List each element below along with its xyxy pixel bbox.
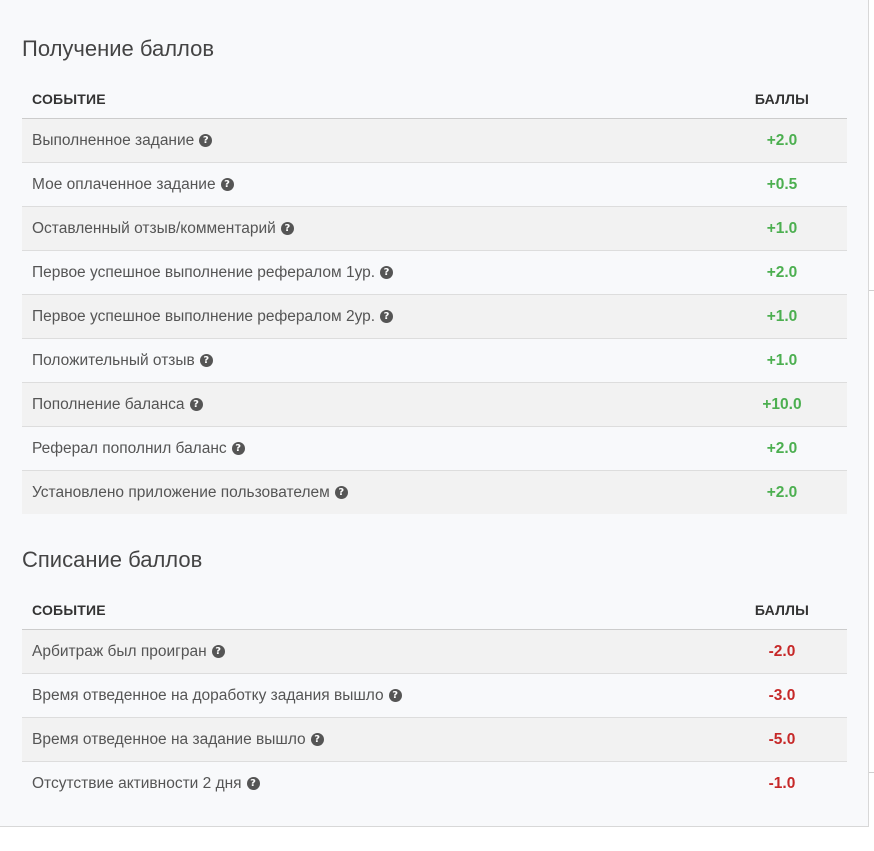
points-column-header: БАЛЛЫ xyxy=(754,602,810,618)
question-circle-icon[interactable]: ? xyxy=(380,310,394,323)
event-cell: Оставленный отзыв/комментарий? xyxy=(22,220,717,238)
event-label: Установлено приложение пользователем xyxy=(32,483,330,501)
question-circle-icon[interactable]: ? xyxy=(189,398,203,411)
table-row: Отсутствие активности 2 дня? -1.0 xyxy=(22,762,847,805)
event-cell: Арбитраж был проигран? xyxy=(22,643,717,661)
question-circle-icon[interactable]: ? xyxy=(334,486,348,499)
table-row: Оставленный отзыв/комментарий? +1.0 xyxy=(22,207,847,251)
event-cell: Пополнение баланса? xyxy=(22,396,717,414)
event-label: Пополнение баланса xyxy=(32,395,185,413)
question-circle-icon[interactable]: ? xyxy=(231,442,245,455)
earn-section-title: Получение баллов xyxy=(22,36,215,61)
event-label: Мое оплаченное задание xyxy=(32,175,216,193)
points-rules-panel: Получение баллов СОБЫТИЕ БАЛЛЫ Выполненн… xyxy=(0,0,869,827)
points-value: +1.0 xyxy=(766,307,798,325)
table-row: Мое оплаченное задание? +0.5 xyxy=(22,163,847,207)
spend-section-title: Списание баллов xyxy=(22,547,203,572)
table-row: Установлено приложение пользователем? +2.… xyxy=(22,471,847,514)
event-label: Первое успешное выполнение рефералом 2ур… xyxy=(32,307,376,325)
earn-table-header: СОБЫТИЕ БАЛЛЫ xyxy=(22,80,847,119)
question-circle-icon[interactable]: ? xyxy=(310,733,324,746)
points-value: +10.0 xyxy=(762,395,802,413)
edge-divider xyxy=(869,290,874,291)
points-column-header: БАЛЛЫ xyxy=(754,91,810,107)
table-row: Время отведенное на доработку задания вы… xyxy=(22,674,847,718)
event-label: Время отведенное на доработку задания вы… xyxy=(32,686,384,704)
event-label: Выполненное задание xyxy=(32,131,195,149)
event-label: Оставленный отзыв/комментарий xyxy=(32,219,276,237)
question-circle-icon[interactable]: ? xyxy=(199,354,213,367)
question-circle-icon[interactable]: ? xyxy=(220,178,234,191)
event-label: Первое успешное выполнение рефералом 1ур… xyxy=(32,263,376,281)
table-row: Реферал пополнил баланс? +2.0 xyxy=(22,427,847,471)
spend-points-table: СОБЫТИЕ БАЛЛЫ Арбитраж был проигран? -2.0… xyxy=(22,591,847,805)
question-circle-icon[interactable]: ? xyxy=(280,222,294,235)
earn-points-table: СОБЫТИЕ БАЛЛЫ Выполненное задание? +2.0 Мо… xyxy=(22,80,847,514)
spend-points-section: Списание баллов СОБЫТИЕ БАЛЛЫ Арбитраж б… xyxy=(22,546,847,805)
event-cell: Первое успешное выполнение рефералом 2ур… xyxy=(22,308,717,326)
event-label: Положительный отзыв xyxy=(32,351,195,369)
question-circle-icon[interactable]: ? xyxy=(380,266,394,279)
question-circle-icon[interactable]: ? xyxy=(211,645,225,658)
event-cell: Время отведенное на задание вышло? xyxy=(22,731,717,749)
points-value: -3.0 xyxy=(768,686,796,704)
points-value: +2.0 xyxy=(766,131,798,149)
edge-divider xyxy=(869,772,874,773)
table-row: Арбитраж был проигран? -2.0 xyxy=(22,630,847,674)
table-row: Пополнение баланса? +10.0 xyxy=(22,383,847,427)
points-value: +2.0 xyxy=(766,483,798,501)
points-value: -1.0 xyxy=(768,774,796,792)
table-row: Первое успешное выполнение рефералом 2ур… xyxy=(22,295,847,339)
points-value: +0.5 xyxy=(766,175,798,193)
event-label: Отсутствие активности 2 дня xyxy=(32,774,242,792)
points-value: +2.0 xyxy=(766,439,798,457)
event-label: Время отведенное на задание вышло xyxy=(32,730,306,748)
points-value: -5.0 xyxy=(768,730,796,748)
event-cell: Положительный отзыв? xyxy=(22,352,717,370)
spend-table-header: СОБЫТИЕ БАЛЛЫ xyxy=(22,591,847,630)
table-row: Положительный отзыв? +1.0 xyxy=(22,339,847,383)
event-column-header: СОБЫТИЕ xyxy=(32,91,106,107)
event-cell: Первое успешное выполнение рефералом 1ур… xyxy=(22,264,717,282)
points-value: +2.0 xyxy=(766,263,798,281)
event-cell: Время отведенное на доработку задания вы… xyxy=(22,687,717,705)
event-label: Арбитраж был проигран xyxy=(32,642,207,660)
points-value: +1.0 xyxy=(766,219,798,237)
earn-points-section: Получение баллов СОБЫТИЕ БАЛЛЫ Выполненн… xyxy=(22,35,847,514)
points-value: -2.0 xyxy=(768,642,796,660)
event-cell: Отсутствие активности 2 дня? xyxy=(22,775,717,793)
event-label: Реферал пополнил баланс xyxy=(32,439,227,457)
question-circle-icon[interactable]: ? xyxy=(199,134,213,147)
points-value: +1.0 xyxy=(766,351,798,369)
event-cell: Выполненное задание? xyxy=(22,132,717,150)
event-column-header: СОБЫТИЕ xyxy=(32,602,106,618)
question-circle-icon[interactable]: ? xyxy=(388,689,402,702)
event-cell: Установлено приложение пользователем? xyxy=(22,484,717,502)
table-row: Время отведенное на задание вышло? -5.0 xyxy=(22,718,847,762)
event-cell: Реферал пополнил баланс? xyxy=(22,440,717,458)
table-row: Выполненное задание? +2.0 xyxy=(22,119,847,163)
table-row: Первое успешное выполнение рефералом 1ур… xyxy=(22,251,847,295)
event-cell: Мое оплаченное задание? xyxy=(22,176,717,194)
question-circle-icon[interactable]: ? xyxy=(246,777,260,790)
